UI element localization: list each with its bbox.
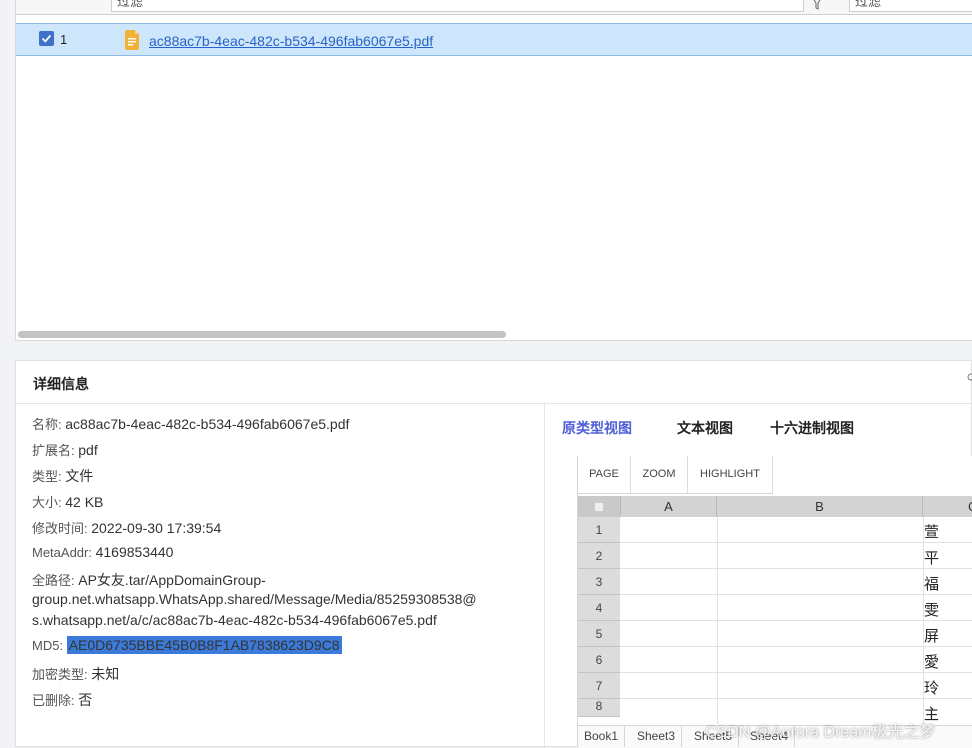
path-line: s.whatsapp.net/a/c/ac88ac7b-4eac-482c-b5…: [32, 612, 437, 628]
info-label: 全路径:: [32, 573, 75, 588]
file-row[interactable]: 1 ac88ac7b-4eac-482c-b534-496fab6067e5.p…: [16, 23, 972, 56]
cell-c2[interactable]: 平: [924, 547, 939, 568]
viewer-toolbar: PAGE ZOOM HIGHLIGHT: [578, 456, 773, 494]
row-header[interactable]: 3: [578, 569, 620, 595]
pin-icon[interactable]: [965, 373, 972, 385]
path-line: AP女友.tar/AppDomainGroup-: [78, 572, 266, 588]
info-value: pdf: [78, 442, 98, 458]
row-header[interactable]: 8: [578, 699, 620, 717]
column-header-a[interactable]: A: [621, 496, 717, 517]
info-row-deleted: 已删除: 否: [32, 690, 92, 710]
sheet-tab-book1[interactable]: Book1: [578, 726, 626, 747]
corner-square-icon: [593, 501, 605, 513]
info-value: 4169853440: [95, 544, 174, 560]
info-row-modified: 修改时间: 2022-09-30 17:39:54: [32, 518, 221, 537]
info-row-extension: 扩展名: pdf: [32, 440, 98, 459]
filter-icon[interactable]: [811, 0, 823, 10]
filter-input-name[interactable]: 过滤: [111, 0, 804, 12]
cell-c3[interactable]: 福: [924, 573, 939, 594]
cell-c5[interactable]: 屏: [924, 625, 939, 646]
grid-line: [620, 568, 972, 569]
info-label: 加密类型:: [32, 667, 88, 682]
row-header[interactable]: 4: [578, 595, 620, 621]
detail-title: 详细信息: [33, 376, 89, 392]
info-value: 2022-09-30 17:39:54: [91, 520, 222, 536]
info-value: 未知: [91, 666, 120, 682]
info-row-path: 全路径: AP女友.tar/AppDomainGroup-: [32, 570, 266, 590]
row-header[interactable]: 7: [578, 673, 620, 699]
row-header[interactable]: 2: [578, 543, 620, 569]
cell-c1[interactable]: 萱: [924, 521, 939, 542]
file-list-panel: 过滤 过滤 1 ac88ac7b-4eac-482c-b534-496fab60…: [15, 0, 972, 341]
md5-value[interactable]: AE0D6735BBE45B0B8F1AB7838623D9C8: [66, 636, 342, 654]
info-row-metaaddr: MetaAddr: 4169853440: [32, 544, 173, 560]
info-label: 类型:: [32, 469, 62, 484]
detail-header: 详细信息: [16, 361, 972, 404]
checkmark-icon: [41, 34, 52, 43]
zoom-button[interactable]: ZOOM: [631, 456, 688, 493]
info-row-size: 大小: 42 KB: [32, 492, 103, 511]
info-row-md5: MD5: AE0D6735BBE45B0B8F1AB7838623D9C8: [32, 636, 342, 654]
select-all-corner[interactable]: [578, 496, 621, 517]
cell-c4[interactable]: 雯: [924, 599, 939, 620]
row-header[interactable]: 6: [578, 647, 620, 673]
grid-line: [620, 672, 972, 673]
info-label: 大小:: [32, 495, 62, 510]
watermark: CSDN @Aurora Dream极光之梦: [705, 724, 936, 741]
cell-c7[interactable]: 玲: [924, 677, 939, 698]
info-column: 名称: ac88ac7b-4eac-482c-b534-496fab6067e5…: [16, 404, 545, 748]
info-row-encryption: 加密类型: 未知: [32, 664, 119, 684]
info-value: 42 KB: [65, 494, 104, 510]
grid-line: [620, 594, 972, 595]
grid-line: [620, 646, 972, 647]
info-label: 扩展名:: [32, 443, 75, 458]
info-value: 否: [78, 692, 93, 708]
info-label: 名称:: [32, 417, 62, 432]
info-label: MD5:: [32, 638, 64, 653]
info-label: 修改时间:: [32, 521, 88, 536]
info-label: 已删除:: [32, 693, 75, 708]
row-checkbox[interactable]: [39, 31, 54, 46]
sheet-grid[interactable]: A B C 1 2 3 4 5 6 7 8 萱 平 福 雯 屏 愛 玲 主: [578, 496, 972, 724]
info-row-name: 名称: ac88ac7b-4eac-482c-b534-496fab6067e5…: [32, 414, 349, 433]
grid-line: [717, 517, 718, 724]
tab-native-view[interactable]: 原类型视图: [562, 418, 632, 438]
row-index: 1: [60, 32, 68, 47]
file-name-link[interactable]: ac88ac7b-4eac-482c-b534-496fab6067e5.pdf: [149, 33, 433, 49]
pdf-file-icon: [125, 30, 139, 50]
row-header[interactable]: 5: [578, 621, 620, 647]
info-value: 文件: [65, 468, 94, 484]
tab-text-view[interactable]: 文本视图: [677, 418, 733, 438]
highlight-button[interactable]: HIGHLIGHT: [688, 456, 773, 493]
horizontal-scrollbar[interactable]: [18, 331, 506, 338]
info-label: MetaAddr:: [32, 545, 92, 560]
tab-hex-view[interactable]: 十六进制视图: [770, 418, 854, 438]
grid-line: [620, 620, 972, 621]
info-value: ac88ac7b-4eac-482c-b534-496fab6067e5.pdf: [65, 416, 350, 432]
path-line: group.net.whatsapp.WhatsApp.shared/Messa…: [32, 591, 477, 607]
info-row-type: 类型: 文件: [32, 466, 93, 486]
grid-line: [620, 542, 972, 543]
filter-row: 过滤 过滤: [16, 0, 972, 15]
filter-input-secondary[interactable]: 过滤: [849, 0, 972, 12]
spreadsheet-viewer: PAGE ZOOM HIGHLIGHT A B C 1 2 3 4 5 6 7 …: [577, 456, 972, 748]
grid-line: [620, 698, 972, 699]
page-button[interactable]: PAGE: [578, 456, 631, 493]
column-header-b[interactable]: B: [717, 496, 923, 517]
row-header[interactable]: 1: [578, 517, 620, 543]
sheet-tab-sheet3[interactable]: Sheet3: [631, 726, 683, 747]
cell-c6[interactable]: 愛: [924, 651, 939, 672]
column-header-c[interactable]: C: [923, 496, 972, 517]
